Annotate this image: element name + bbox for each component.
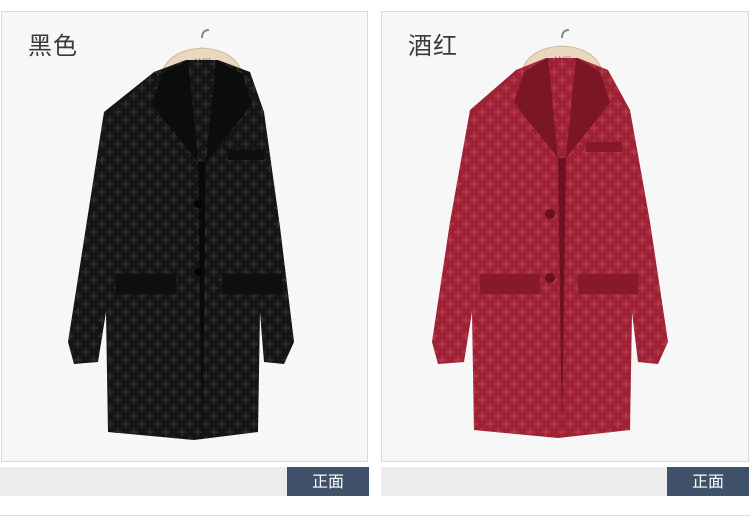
color-option-black[interactable]: 黑色 AMII (1, 11, 368, 462)
coat-body (68, 60, 294, 442)
coat-image: AMII (432, 29, 668, 440)
divider (0, 515, 750, 516)
product-color-gallery: 黑色 AMII (0, 0, 750, 525)
view-bar-wine-red: 正面 (381, 467, 749, 496)
coat-image: AMII (68, 29, 294, 442)
coat-body (432, 58, 668, 440)
front-view-tab[interactable]: 正面 (287, 467, 369, 496)
front-view-tab[interactable]: 正面 (667, 467, 749, 496)
color-option-wine-red[interactable]: 酒红 AMII (381, 11, 749, 462)
view-bar-black: 正面 (0, 467, 369, 496)
